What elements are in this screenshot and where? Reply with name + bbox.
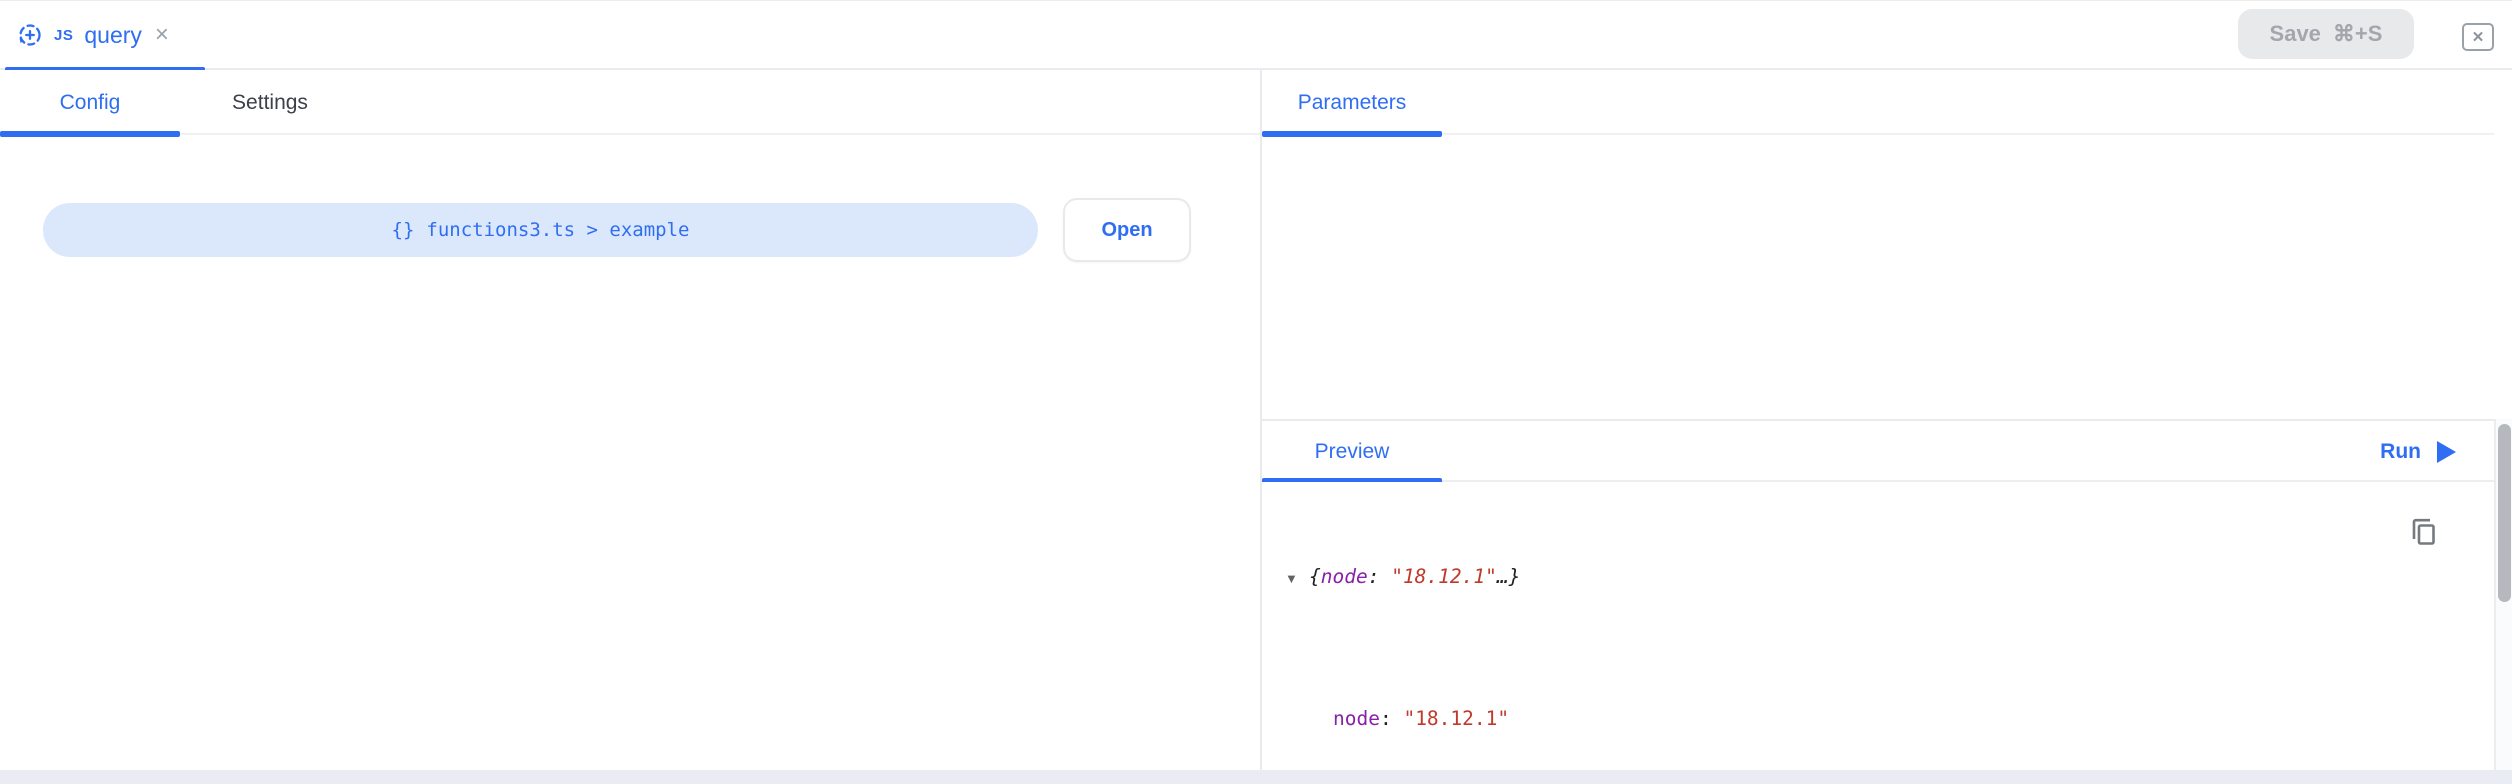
- open-button[interactable]: Open: [1063, 198, 1191, 262]
- console-entry: node: "18.12.1": [1285, 705, 1627, 733]
- function-reference-pill[interactable]: {} functions3.ts > example: [43, 203, 1038, 257]
- tab-parameters[interactable]: Parameters: [1262, 70, 1442, 135]
- braces-icon: {}: [392, 219, 415, 241]
- expander-icon[interactable]: ▼: [1285, 565, 1309, 593]
- save-button-label: Save: [2270, 21, 2321, 47]
- tab-settings[interactable]: Settings: [180, 70, 360, 135]
- query-editor-window: JS query × Save ⌘+S ✕ Config Settings {}…: [0, 0, 2512, 784]
- run-button[interactable]: Run: [2380, 421, 2456, 482]
- run-label: Run: [2380, 440, 2421, 464]
- tab-config[interactable]: Config: [0, 70, 180, 135]
- tab-query[interactable]: JS query ×: [5, 1, 205, 71]
- copy-icon[interactable]: [2406, 514, 2440, 550]
- console-object-summary[interactable]: ▼{node: "18.12.1"…}: [1285, 563, 1627, 593]
- tab-preview[interactable]: Preview: [1262, 421, 1442, 482]
- play-icon: [2437, 441, 2456, 463]
- scrollbar-thumb[interactable]: [2498, 424, 2511, 602]
- right-panel-tabs: Parameters: [1262, 70, 2494, 135]
- js-sync-icon: [17, 22, 43, 48]
- bottom-edge-bar: [0, 770, 2512, 784]
- query-tab-title: query: [84, 22, 142, 49]
- function-reference-label: functions3.ts > example: [426, 219, 689, 241]
- save-button[interactable]: Save ⌘+S: [2238, 9, 2414, 59]
- panel-close-icon[interactable]: ✕: [2462, 23, 2494, 51]
- top-bar: JS query × Save ⌘+S ✕: [0, 0, 2512, 70]
- preview-console-output: ▼{node: "18.12.1"…} node: "18.12.1" v8: …: [1262, 482, 2492, 770]
- left-panel-tabs: Config Settings: [0, 70, 1260, 135]
- tab-close-icon[interactable]: ×: [153, 23, 171, 47]
- preview-header: Preview Run: [1262, 419, 2494, 482]
- js-badge: JS: [54, 27, 73, 44]
- console-entries: node: "18.12.1" v8: "10.2.154.15-node.12…: [1285, 649, 1627, 770]
- save-shortcut-hint: ⌘+S: [2333, 21, 2383, 47]
